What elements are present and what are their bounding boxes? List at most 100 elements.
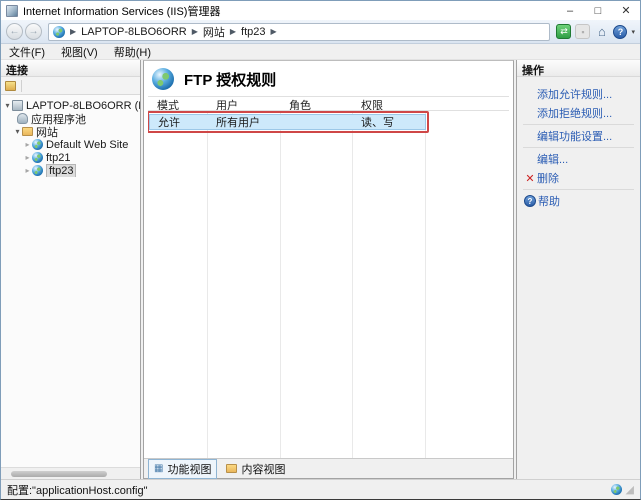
feature-header: FTP 授权规则 xyxy=(144,61,513,96)
tree-item-ftp21[interactable]: ▸ ftp21 xyxy=(1,151,140,164)
actions-panel: 操作 添加允许规则... 添加拒绝规则... 编辑功能设置... 编辑... ✕… xyxy=(516,60,640,479)
breadcrumb-server[interactable]: LAPTOP-8LBO6ORR xyxy=(81,26,187,38)
application-pools-icon xyxy=(17,113,28,124)
rule-mode-cell: 允许 xyxy=(150,114,208,130)
column-divider xyxy=(425,111,426,458)
tab-features-view[interactable]: ▦ 功能视图 xyxy=(148,459,217,479)
view-tabs-bar: ▦ 功能视图 内容视图 xyxy=(144,458,513,478)
tree-item-label: LAPTOP-8LBO6ORR (LAPTOP-8LB xyxy=(26,100,140,112)
action-edit[interactable]: 编辑... xyxy=(537,151,634,167)
authorization-rule-row[interactable]: 允许 所有用户 读、写 xyxy=(149,114,426,130)
actions-list: 添加允许规则... 添加拒绝规则... 编辑功能设置... 编辑... ✕ 删除… xyxy=(517,77,640,212)
stop-icon: ▪ xyxy=(575,24,590,39)
toolbar-divider xyxy=(21,80,22,92)
close-button[interactable]: ✕ xyxy=(612,1,640,20)
connections-toolbar xyxy=(1,77,140,95)
site-globe-icon xyxy=(32,139,43,150)
tree-item-sites[interactable]: ▾ 网站 xyxy=(1,125,140,138)
tree-collapsed-icon[interactable]: ▸ xyxy=(23,140,32,149)
back-icon[interactable]: ← xyxy=(6,23,23,40)
content-view-folder-icon xyxy=(226,464,237,473)
server-icon xyxy=(12,100,23,111)
breadcrumb-sites[interactable]: 网站 xyxy=(203,24,225,40)
iis-manager-window: Internet Information Services (IIS)管理器 –… xyxy=(0,0,641,500)
folder-icon xyxy=(22,127,33,136)
home-icon[interactable]: ⌂ xyxy=(594,24,609,39)
crumb-separator-icon: ▶ xyxy=(192,27,198,36)
restart-icon[interactable]: ⇄ xyxy=(556,24,571,39)
actions-divider xyxy=(523,147,634,148)
column-divider xyxy=(280,111,281,458)
rule-user-cell: 所有用户 xyxy=(208,114,281,130)
menu-bar: 文件(F) 视图(V) 帮助(H) xyxy=(1,44,640,60)
tree-item-server[interactable]: ▾ LAPTOP-8LBO6ORR (LAPTOP-8LB xyxy=(1,99,140,112)
status-bar: 配置:"applicationHost.config" ◢ xyxy=(1,479,640,499)
action-label: 帮助 xyxy=(538,193,560,209)
save-connections-icon[interactable] xyxy=(5,81,16,91)
content-area: 连接 ▾ LAPTOP-8LBO6ORR (LAPTOP-8LB 应用程序池 ▾ xyxy=(1,60,640,479)
iis-app-icon xyxy=(6,5,18,17)
features-view-grid-icon: ▦ xyxy=(154,463,163,474)
action-help[interactable]: ? 帮助 xyxy=(523,193,634,209)
tree-item-app-pools[interactable]: 应用程序池 xyxy=(1,112,140,125)
action-delete[interactable]: ✕ 删除 xyxy=(523,170,634,186)
rule-permission-cell: 读、写 xyxy=(353,114,425,130)
status-globe-icon xyxy=(611,484,622,495)
action-add-allow-rule[interactable]: 添加允许规则... xyxy=(537,86,634,102)
tree-expanded-icon[interactable]: ▾ xyxy=(3,101,12,110)
resize-grip-icon[interactable]: ◢ xyxy=(626,483,634,496)
maximize-button[interactable]: □ xyxy=(584,1,612,20)
column-header-user[interactable]: 用户 xyxy=(207,97,280,110)
ftp-feature-globe-icon xyxy=(152,68,174,90)
connections-title: 连接 xyxy=(1,60,140,77)
delete-x-icon: ✕ xyxy=(523,172,537,185)
column-header-permission[interactable]: 权限 xyxy=(352,97,425,110)
tree-item-default-web-site[interactable]: ▸ Default Web Site xyxy=(1,138,140,151)
action-edit-feature-settings[interactable]: 编辑功能设置... xyxy=(537,128,634,144)
tree-item-label: Default Web Site xyxy=(46,139,128,151)
help-question-icon: ? xyxy=(524,195,536,207)
scrollbar-thumb[interactable] xyxy=(11,471,107,477)
forward-icon[interactable]: → xyxy=(25,23,42,40)
tree-item-ftp23[interactable]: ▸ ftp23 xyxy=(1,164,140,177)
menu-view[interactable]: 视图(V) xyxy=(53,44,106,60)
connections-panel: 连接 ▾ LAPTOP-8LBO6ORR (LAPTOP-8LB 应用程序池 ▾ xyxy=(1,60,141,479)
column-header-role[interactable]: 角色 xyxy=(280,97,352,110)
help-dropdown-caret-icon[interactable]: ▾ xyxy=(631,28,635,36)
site-globe-icon xyxy=(32,165,43,176)
rules-listview: 模式 用户 角色 权限 允许 所有用户 读、写 xyxy=(148,96,509,458)
tree-expanded-icon[interactable]: ▾ xyxy=(13,127,22,136)
tab-content-view[interactable]: 内容视图 xyxy=(221,460,290,478)
menu-file[interactable]: 文件(F) xyxy=(1,44,53,60)
help-icon[interactable]: ? xyxy=(613,25,627,39)
menu-help[interactable]: 帮助(H) xyxy=(106,44,159,60)
config-status-text: 配置:"applicationHost.config" xyxy=(7,482,611,498)
breadcrumb[interactable]: ▶ LAPTOP-8LBO6ORR ▶ 网站 ▶ ftp23 ▶ xyxy=(48,23,550,41)
column-divider xyxy=(207,111,208,458)
action-label: 删除 xyxy=(537,170,559,186)
tab-label: 功能视图 xyxy=(167,461,211,477)
horizontal-scrollbar[interactable] xyxy=(1,467,140,479)
tree-collapsed-icon[interactable]: ▸ xyxy=(23,166,32,175)
crumb-separator-icon: ▶ xyxy=(70,27,76,36)
tree-item-label: 网站 xyxy=(36,125,58,138)
minimize-button[interactable]: – xyxy=(556,1,584,20)
tree-collapsed-icon[interactable]: ▸ xyxy=(23,153,32,162)
connections-tree: ▾ LAPTOP-8LBO6ORR (LAPTOP-8LB 应用程序池 ▾ 网站… xyxy=(1,95,140,467)
actions-divider xyxy=(523,189,634,190)
crumb-separator-icon: ▶ xyxy=(230,27,236,36)
actions-divider xyxy=(523,124,634,125)
title-bar: Internet Information Services (IIS)管理器 –… xyxy=(1,1,640,20)
column-header-mode[interactable]: 模式 xyxy=(148,97,207,110)
tree-item-label: 应用程序池 xyxy=(31,112,86,125)
page-title: FTP 授权规则 xyxy=(184,69,276,90)
list-header-row: 模式 用户 角色 权限 xyxy=(148,97,509,111)
tab-label: 内容视图 xyxy=(241,461,285,477)
action-add-deny-rule[interactable]: 添加拒绝规则... xyxy=(537,105,634,121)
tree-item-label-selected: ftp23 xyxy=(46,164,76,177)
breadcrumb-ftp23[interactable]: ftp23 xyxy=(241,26,265,38)
crumb-separator-icon: ▶ xyxy=(271,27,277,36)
address-bar: ← → ▶ LAPTOP-8LBO6ORR ▶ 网站 ▶ ftp23 ▶ ⇄ ▪… xyxy=(1,20,640,44)
feature-panel: FTP 授权规则 模式 用户 角色 权限 允许 所有用户 xyxy=(143,60,514,479)
tree-item-label: ftp21 xyxy=(46,152,70,164)
